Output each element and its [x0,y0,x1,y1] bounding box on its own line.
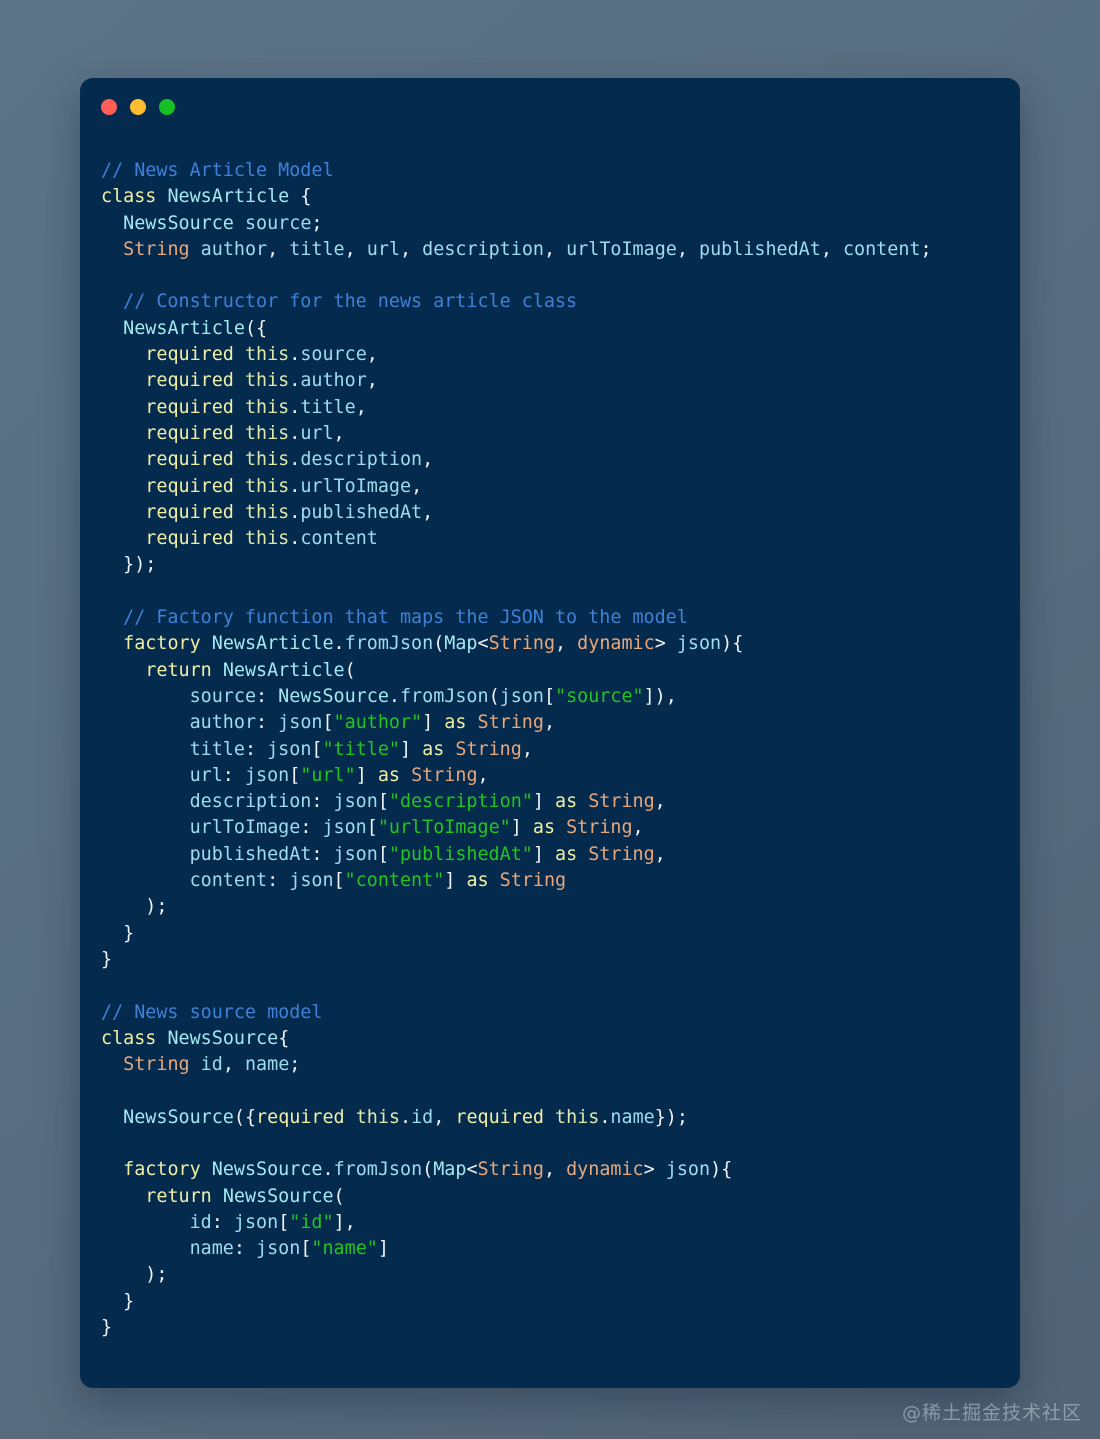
code-window: // News Article Model class NewsArticle … [80,78,1020,1388]
maximize-window-button[interactable] [159,99,175,115]
code-editor-area[interactable]: // News Article Model class NewsArticle … [80,136,1020,1388]
window-titlebar [80,78,1020,136]
code-block[interactable]: // News Article Model class NewsArticle … [101,158,1002,1341]
minimize-window-button[interactable] [130,99,146,115]
watermark-label: @稀土掘金技术社区 [901,1402,1082,1424]
screenshot-stage: // News Article Model class NewsArticle … [0,0,1100,1439]
close-window-button[interactable] [101,99,117,115]
